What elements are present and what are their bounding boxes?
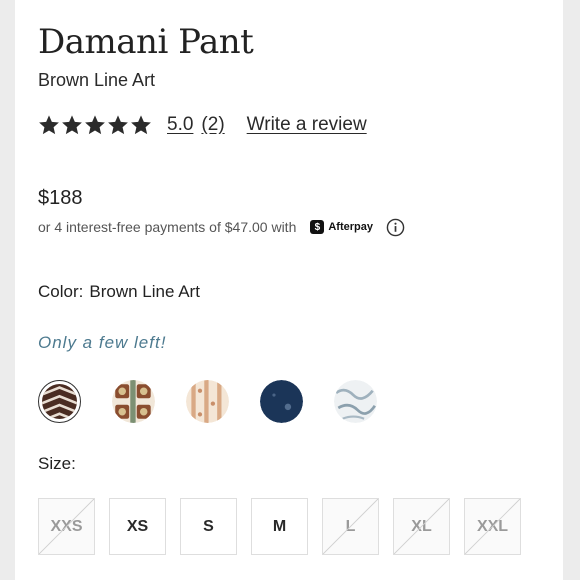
product-title: Damani Pant [38, 22, 254, 62]
review-count-link[interactable]: (2) [201, 114, 224, 136]
star-icon [39, 115, 59, 135]
write-review-link[interactable]: Write a review [247, 114, 367, 136]
size-option-label: XXS [50, 517, 83, 535]
size-option-xs[interactable]: XS [109, 498, 166, 555]
size-option-s[interactable]: S [180, 498, 237, 555]
rating-row: 5.0 (2) Write a review [38, 112, 367, 138]
afterpay-logo-icon: $ [310, 220, 325, 234]
size-option-label: XS [126, 517, 149, 535]
afterpay-badge[interactable]: $ Afterpay [310, 220, 373, 234]
product-details-panel: Damani Pant Brown Line Art 5.0 (2) Write… [15, 0, 563, 580]
size-option-xxl[interactable]: XXL [464, 498, 521, 555]
size-option-label: XXL [476, 517, 509, 535]
afterpay-label: Afterpay [328, 221, 373, 233]
star-icon [131, 115, 151, 135]
product-color-subtitle: Brown Line Art [38, 70, 156, 90]
swatch-navy-print[interactable] [260, 380, 303, 423]
info-icon[interactable] [386, 218, 405, 237]
color-value: Brown Line Art [89, 282, 200, 301]
size-option-label: XL [411, 517, 432, 535]
size-option-label: M [272, 517, 287, 535]
installment-row: or 4 interest-free payments of $47.00 wi… [38, 217, 405, 237]
installment-text: or 4 interest-free payments of $47.00 wi… [38, 219, 297, 235]
star-icon [62, 115, 82, 135]
color-swatch-list [38, 380, 377, 423]
swatch-cream-stripe[interactable] [186, 380, 229, 423]
size-option-label: S [203, 517, 214, 535]
rating-value-link[interactable]: 5.0 [167, 114, 193, 136]
product-price: $188 [38, 187, 83, 209]
low-stock-message: Only a few left! [38, 333, 167, 352]
size-option-label: L [345, 517, 356, 535]
size-option-xxs[interactable]: XXS [38, 498, 95, 555]
swatch-white-marble[interactable] [334, 380, 377, 423]
star-rating [38, 114, 152, 136]
swatch-brown-line-art[interactable] [38, 380, 81, 423]
color-label: Color: [38, 282, 84, 301]
color-selection-label: Color: Brown Line Art [38, 282, 200, 302]
size-label: Size: [38, 454, 76, 473]
star-icon [108, 115, 128, 135]
size-options: XXS XS S M L XL XXL [38, 498, 521, 555]
size-option-l[interactable]: L [322, 498, 379, 555]
size-option-m[interactable]: M [251, 498, 308, 555]
swatch-brown-floral[interactable] [112, 380, 155, 423]
size-option-xl[interactable]: XL [393, 498, 450, 555]
star-icon [85, 115, 105, 135]
